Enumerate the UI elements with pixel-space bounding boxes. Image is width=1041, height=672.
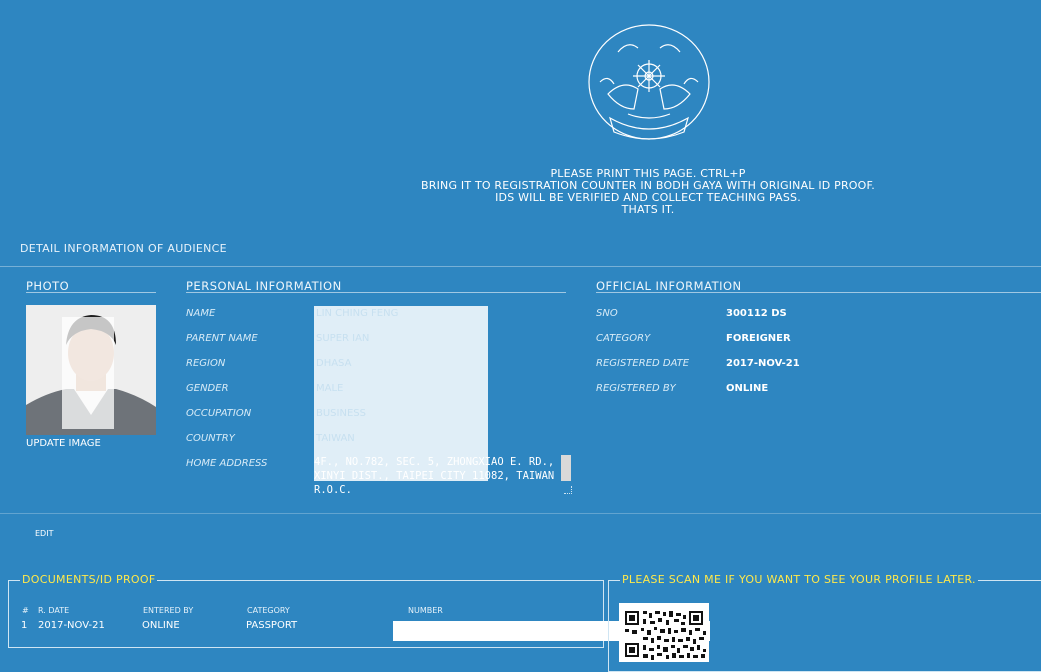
occupation-label: OCCUPATION <box>186 408 252 419</box>
col-number: NUMBER <box>408 606 443 615</box>
col-entered-by: ENTERED BY <box>143 606 194 615</box>
registered-date-label: REGISTERED DATE <box>596 358 690 369</box>
gender-label: GENDER <box>186 383 229 394</box>
detail-title: DETAIL INFORMATION OF AUDIENCE <box>20 242 227 255</box>
home-address-label: HOME ADDRESS <box>186 458 268 469</box>
parent-name-value: SUPER IAN <box>316 333 370 344</box>
region-label: REGION <box>186 358 226 369</box>
col-number-sign: # <box>22 606 29 615</box>
personal-heading-line <box>186 292 566 293</box>
photo-heading: PHOTO <box>26 279 70 293</box>
category-label: CATEGORY <box>596 333 651 344</box>
row-entered-by: ONLINE <box>142 620 180 631</box>
qr-code <box>619 603 709 662</box>
sno-value: 300112 DS <box>726 308 787 319</box>
print-instructions: PLEASE PRINT THIS PAGE. CTRL+P BRING IT … <box>380 168 916 216</box>
official-heading-line <box>596 292 1041 293</box>
photo-heading-line <box>26 292 156 293</box>
documents-legend: DOCUMENTS/ID PROOF <box>20 573 158 586</box>
address-scrollbar[interactable] <box>561 455 571 481</box>
row-date: 2017-NOV-21 <box>38 620 105 631</box>
scan-legend: PLEASE SCAN ME IF YOU WANT TO SEE YOUR P… <box>620 573 978 586</box>
name-value: LIN CHING FENG <box>316 308 399 319</box>
detail-divider <box>0 266 1041 267</box>
registered-date-value: 2017-NOV-21 <box>726 358 800 369</box>
occupation-value: BUSINESS <box>316 408 366 419</box>
home-address-textarea[interactable]: 4F., NO.782, SEC. 5, ZHONGXIAO E. RD., X… <box>314 455 571 493</box>
country-value: TAIWAN <box>316 433 355 444</box>
notice-line: THATS IT. <box>621 203 675 216</box>
category-value: FOREIGNER <box>726 333 791 344</box>
resize-handle-icon[interactable] <box>564 486 572 494</box>
personal-heading: PERSONAL INFORMATION <box>186 279 342 293</box>
country-label: COUNTRY <box>186 433 235 444</box>
emblem-logo <box>588 24 710 140</box>
col-date: R. DATE <box>38 606 70 615</box>
name-label: NAME <box>186 308 216 319</box>
row-category: PASSPORT <box>246 620 298 631</box>
registered-by-label: REGISTERED BY <box>596 383 676 394</box>
registered-by-value: ONLINE <box>726 383 769 394</box>
gender-value: MALE <box>316 383 344 394</box>
official-heading: OFFICIAL INFORMATION <box>596 279 742 293</box>
region-value: DHASA <box>316 358 352 369</box>
parent-name-label: PARENT NAME <box>186 333 258 344</box>
profile-photo <box>26 305 156 435</box>
col-category: CATEGORY <box>247 606 290 615</box>
edit-button[interactable]: EDIT <box>35 529 53 538</box>
edit-divider <box>0 513 1041 514</box>
sno-label: SNO <box>596 308 618 319</box>
row-index: 1 <box>21 620 28 631</box>
update-image-link[interactable]: UPDATE IMAGE <box>26 438 101 449</box>
